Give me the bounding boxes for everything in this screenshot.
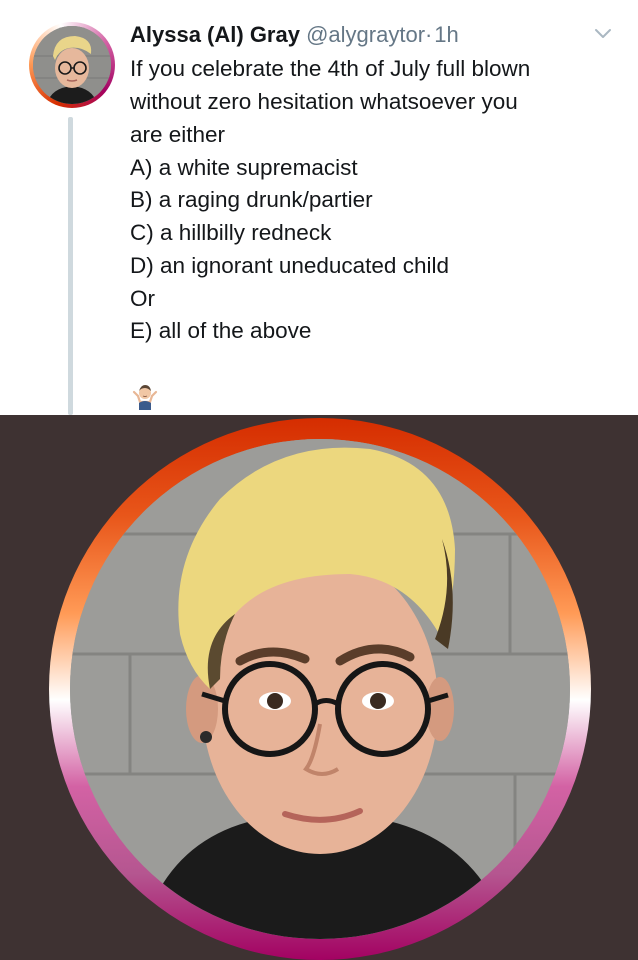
tweet-header: Alyssa (Al) Gray @alygraytor· 1h xyxy=(130,20,459,50)
timestamp[interactable]: 1h xyxy=(434,22,458,47)
tweet-text-line: If you celebrate the 4th of July full bl… xyxy=(130,56,531,81)
option-e: E) all of the above xyxy=(130,318,312,343)
option-d: D) an ignorant uneducated child xyxy=(130,253,449,278)
option-b: B) a raging drunk/partier xyxy=(130,187,373,212)
author-handle[interactable]: @alygraytor xyxy=(306,22,425,47)
profile-photo xyxy=(70,439,570,939)
chevron-down-icon[interactable] xyxy=(594,28,612,40)
option-c: C) a hillbilly redneck xyxy=(130,220,332,245)
profile-picture-panel xyxy=(0,415,638,960)
tweet: Alyssa (Al) Gray @alygraytor· 1h If you … xyxy=(0,0,638,415)
person-shrugging-emoji xyxy=(132,385,158,410)
option-a: A) a white supremacist xyxy=(130,155,358,180)
avatar-photo xyxy=(33,26,111,104)
avatar[interactable] xyxy=(29,22,115,108)
tweet-text-line: are either xyxy=(130,122,226,147)
separator: · xyxy=(425,22,433,47)
tweet-text-line: Or xyxy=(130,286,155,311)
thread-line xyxy=(68,117,73,415)
tweet-text-line: without zero hesitation whatsoever you xyxy=(130,89,518,114)
author-name[interactable]: Alyssa (Al) Gray xyxy=(130,22,300,47)
